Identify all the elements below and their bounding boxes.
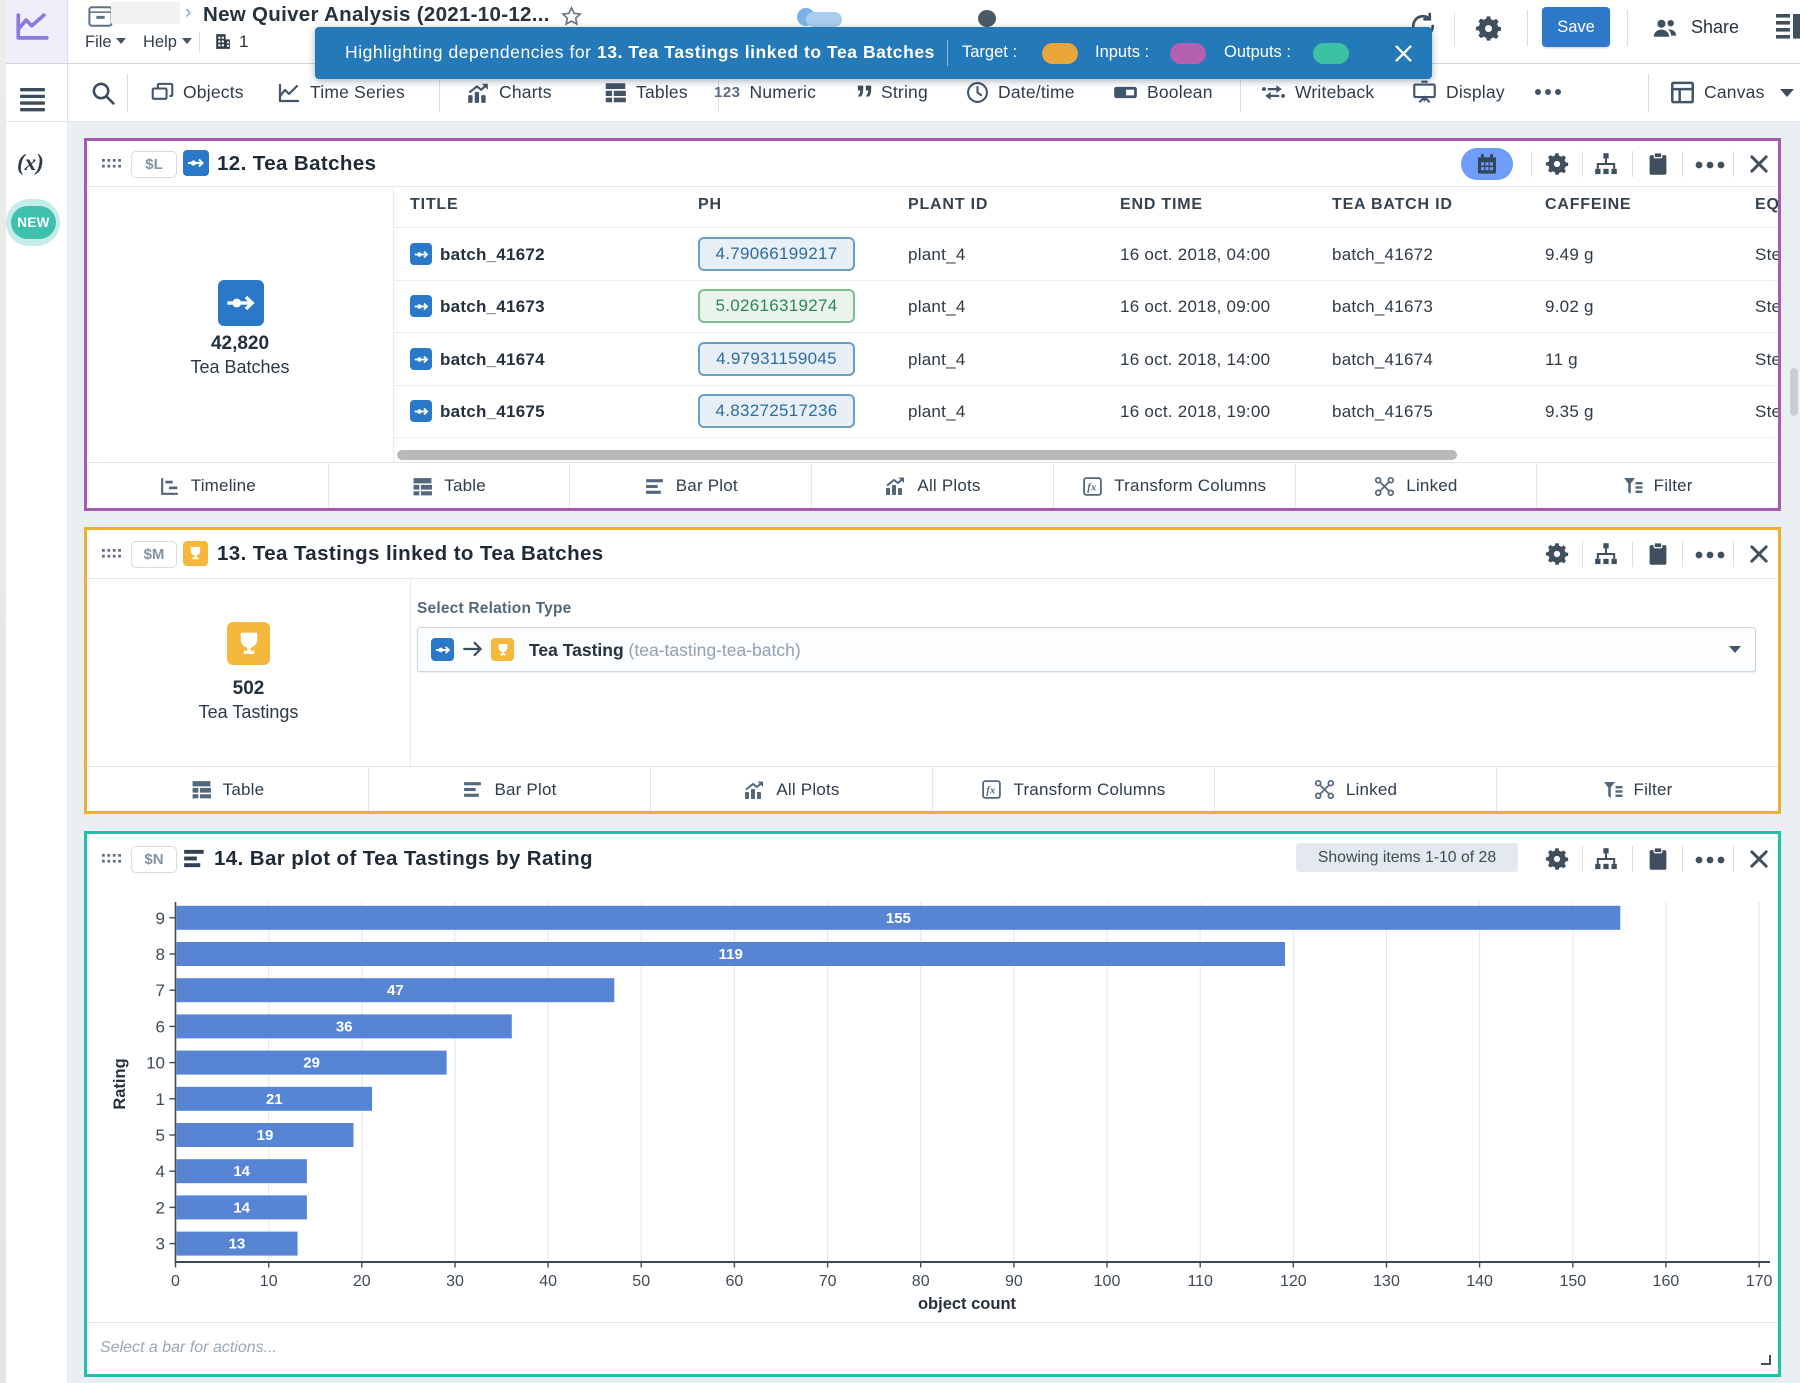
svg-text:150: 150 — [1559, 1273, 1586, 1290]
svg-text:9: 9 — [156, 909, 165, 928]
svg-text:70: 70 — [819, 1273, 837, 1290]
svg-text:120: 120 — [1280, 1273, 1307, 1290]
svg-text:8: 8 — [156, 945, 165, 964]
svg-text:130: 130 — [1373, 1273, 1400, 1290]
svg-text:80: 80 — [912, 1273, 930, 1290]
svg-text:155: 155 — [886, 910, 911, 927]
svg-text:fx: fx — [1087, 482, 1096, 493]
svg-text:13: 13 — [229, 1236, 246, 1253]
svg-text:160: 160 — [1653, 1273, 1680, 1290]
svg-text:7: 7 — [156, 981, 165, 1000]
svg-text:20: 20 — [353, 1273, 371, 1290]
svg-text:36: 36 — [336, 1018, 353, 1035]
svg-text:5: 5 — [156, 1126, 165, 1145]
svg-text:110: 110 — [1187, 1273, 1213, 1290]
svg-text:0: 0 — [171, 1273, 180, 1290]
svg-text:170: 170 — [1746, 1273, 1773, 1290]
svg-text:fx: fx — [987, 786, 996, 797]
svg-text:object count: object count — [918, 1295, 1017, 1313]
svg-text:90: 90 — [1005, 1273, 1023, 1290]
svg-text:140: 140 — [1466, 1273, 1493, 1290]
svg-text:Rating: Rating — [111, 1058, 129, 1109]
svg-text:19: 19 — [257, 1127, 274, 1144]
svg-text:14: 14 — [233, 1199, 250, 1216]
svg-text:1: 1 — [156, 1090, 165, 1109]
svg-text:4: 4 — [156, 1162, 165, 1181]
svg-text:6: 6 — [156, 1017, 165, 1036]
svg-text:3: 3 — [156, 1235, 165, 1254]
svg-text:30: 30 — [446, 1273, 464, 1290]
svg-text:60: 60 — [726, 1273, 744, 1290]
svg-text:119: 119 — [719, 946, 743, 963]
svg-text:10: 10 — [260, 1273, 278, 1290]
svg-text:2: 2 — [156, 1198, 165, 1217]
svg-text:10: 10 — [146, 1054, 165, 1073]
svg-text:47: 47 — [387, 982, 404, 999]
svg-text:14: 14 — [233, 1163, 250, 1180]
svg-text:40: 40 — [539, 1273, 557, 1290]
svg-text:50: 50 — [632, 1273, 650, 1290]
svg-text:29: 29 — [303, 1055, 320, 1072]
svg-text:100: 100 — [1094, 1273, 1121, 1290]
svg-text:21: 21 — [266, 1091, 283, 1108]
